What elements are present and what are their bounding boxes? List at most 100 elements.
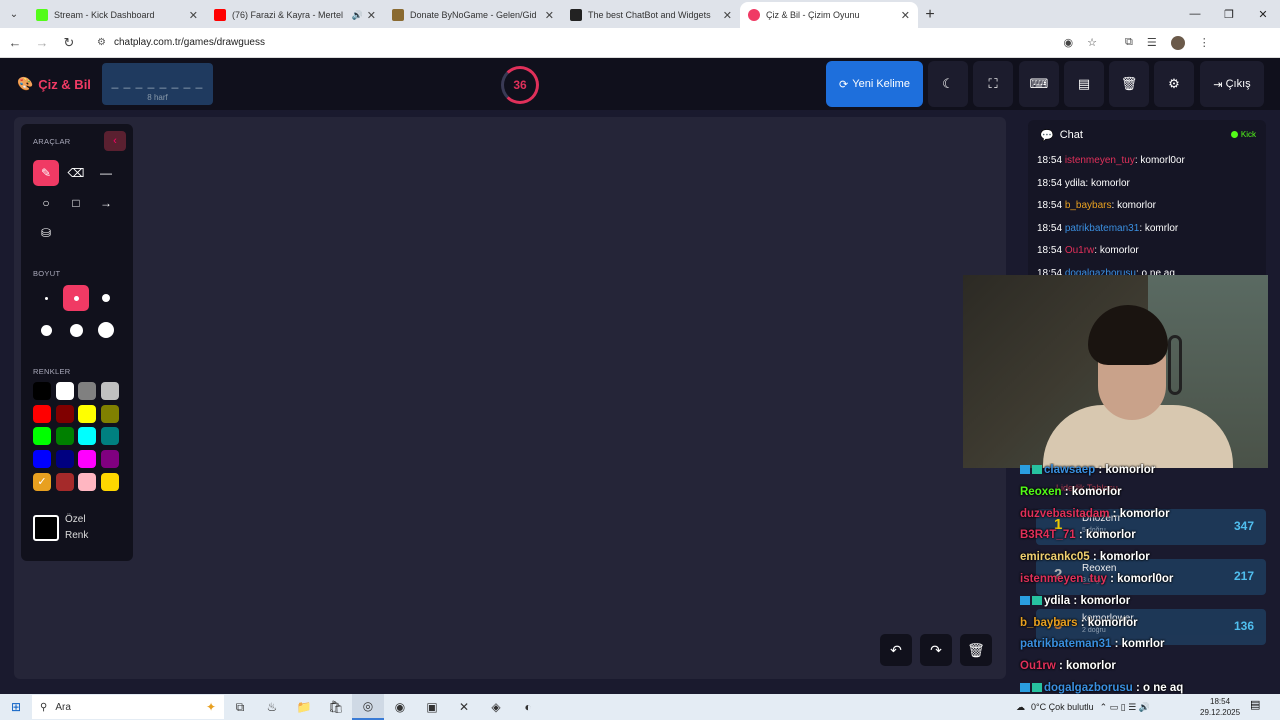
notifications-icon[interactable]: ▤ bbox=[1250, 698, 1260, 711]
close-window-icon[interactable]: ✕ bbox=[1246, 0, 1280, 28]
color-swatch[interactable] bbox=[55, 404, 74, 423]
speaker-icon[interactable]: 🔊 bbox=[352, 10, 363, 21]
brush-tool[interactable]: ✎ bbox=[33, 160, 59, 186]
tab-bynogame[interactable]: Donate ByNoGame - Gelen/Gid ✕ bbox=[384, 2, 562, 28]
extensions-icon[interactable]: ⧉ bbox=[1125, 36, 1133, 49]
color-swatch[interactable] bbox=[33, 427, 51, 446]
site-info-icon[interactable]: ⚙ bbox=[97, 37, 106, 48]
message-user[interactable]: Ou1rw bbox=[1065, 245, 1094, 256]
new-tab-button[interactable]: + bbox=[918, 2, 942, 28]
color-swatch[interactable] bbox=[100, 450, 119, 469]
app-icon[interactable]: ◈ bbox=[480, 694, 512, 720]
chat-message-list[interactable]: 18:54 istenmeyen_tuy: komorl0or 18:54 ydi… bbox=[1028, 150, 1266, 280]
size-2[interactable] bbox=[63, 285, 89, 311]
arrow-tool[interactable]: → bbox=[93, 190, 119, 216]
message-user[interactable]: istenmeyen_tuy bbox=[1065, 155, 1135, 166]
forward-icon[interactable]: → bbox=[30, 31, 54, 55]
undo-button[interactable]: ↶ bbox=[880, 634, 912, 666]
bookmark-star-icon[interactable]: ☆ bbox=[1087, 36, 1097, 49]
overlay-text: : o ne aq bbox=[1132, 682, 1184, 694]
taskbar-clock[interactable]: 18:54 29.12.2025 bbox=[1200, 696, 1240, 718]
eraser-tool[interactable]: ⌫ bbox=[63, 160, 89, 186]
size-1[interactable] bbox=[33, 285, 59, 311]
color-swatch[interactable] bbox=[55, 450, 74, 469]
fullscreen-button[interactable]: ⛶ bbox=[973, 61, 1013, 107]
circle-tool[interactable]: ○ bbox=[33, 190, 59, 216]
fill-tool[interactable]: ⛁ bbox=[33, 220, 59, 246]
taskbar-search[interactable]: ⚲ Ara ✦ bbox=[32, 695, 224, 719]
size-5[interactable] bbox=[63, 317, 89, 343]
archive-button[interactable]: ▤ bbox=[1064, 61, 1104, 107]
tab-kick-dashboard[interactable]: Stream - Kick Dashboard ✕ bbox=[28, 2, 206, 28]
color-swatch[interactable] bbox=[78, 472, 96, 491]
restore-icon[interactable]: ❐ bbox=[1212, 0, 1246, 28]
rectangle-tool[interactable]: □ bbox=[63, 190, 89, 216]
size-4[interactable] bbox=[33, 317, 59, 343]
message-user[interactable]: ydila bbox=[1065, 178, 1086, 189]
tab-youtube[interactable]: (76) Farazi & Kayra - Mertel 🔊 ✕ bbox=[206, 2, 384, 28]
profile-avatar[interactable] bbox=[1170, 35, 1185, 50]
windows-start-icon[interactable]: ⊞ bbox=[0, 694, 32, 720]
exit-button[interactable]: ⇥ Çıkış bbox=[1200, 61, 1264, 107]
dark-mode-button[interactable]: ☾ bbox=[928, 61, 968, 107]
chrome-icon[interactable]: ◎ bbox=[352, 694, 384, 720]
color-swatch[interactable]: ✓ bbox=[33, 472, 51, 491]
color-swatch[interactable] bbox=[33, 450, 51, 469]
message-user[interactable]: b_baybars bbox=[1065, 200, 1112, 211]
tab-chatbot[interactable]: The best ChatBot and Widgets ✕ bbox=[562, 2, 740, 28]
clear-button[interactable]: 🗑 bbox=[1109, 61, 1149, 107]
color-swatch[interactable] bbox=[100, 382, 119, 400]
reading-list-icon[interactable]: ☰ bbox=[1147, 36, 1157, 49]
color-swatch[interactable] bbox=[78, 382, 96, 400]
message-user[interactable]: patrikbateman31 bbox=[1065, 223, 1140, 234]
close-tab-icon[interactable]: ✕ bbox=[901, 9, 910, 22]
color-swatch[interactable] bbox=[55, 472, 74, 491]
color-swatch[interactable] bbox=[100, 472, 119, 491]
tray-icons[interactable]: ⌃ ▭ ▯ ☰ 🔊 bbox=[1100, 702, 1150, 713]
tab-search-icon[interactable]: ⌄ bbox=[0, 0, 28, 28]
close-tab-icon[interactable]: ✕ bbox=[723, 9, 732, 22]
size-3[interactable] bbox=[93, 285, 119, 311]
task-view-icon[interactable]: ⧉ bbox=[224, 694, 256, 720]
line-tool[interactable]: — bbox=[93, 160, 119, 186]
steam-icon[interactable]: ♨ bbox=[256, 694, 288, 720]
discord-icon[interactable]: ◐ bbox=[512, 694, 544, 720]
color-swatch[interactable] bbox=[33, 404, 51, 423]
url-field[interactable]: ⚙ chatplay.com.tr/games/drawguess ◉ ☆ bbox=[87, 30, 1107, 55]
close-tab-icon[interactable]: ✕ bbox=[545, 9, 554, 22]
eye-off-icon[interactable]: ◉ bbox=[1064, 36, 1074, 49]
color-swatch[interactable] bbox=[100, 427, 119, 446]
obs-icon[interactable]: ◉ bbox=[384, 694, 416, 720]
tab-ciz-bil[interactable]: Çiz & Bil - Çizim Oyunu ✕ bbox=[740, 2, 918, 28]
close-tab-icon[interactable]: ✕ bbox=[367, 9, 376, 22]
reload-icon[interactable]: ↻ bbox=[57, 31, 81, 55]
windows-taskbar: ⊞ ⚲ Ara ✦ ⧉ ♨ 📁 🛍 ◎ ◉ ▣ ✕ ◈ ◐ ☁ 0°C Çok … bbox=[0, 694, 1280, 720]
color-swatch[interactable] bbox=[78, 404, 96, 423]
color-swatch[interactable] bbox=[78, 450, 96, 469]
collapse-panel-button[interactable]: ‹ bbox=[104, 131, 126, 151]
clear-canvas-button[interactable]: 🗑 bbox=[960, 634, 992, 666]
custom-color-button[interactable]: Özel Renk bbox=[33, 507, 121, 549]
drawing-canvas[interactable] bbox=[14, 117, 1006, 679]
redo-button[interactable]: ↷ bbox=[920, 634, 952, 666]
weather-text[interactable]: 0°C Çok bulutlu bbox=[1031, 702, 1094, 712]
close-tab-icon[interactable]: ✕ bbox=[189, 9, 198, 22]
size-6[interactable] bbox=[93, 317, 119, 343]
epic-games-icon[interactable]: ▣ bbox=[416, 694, 448, 720]
color-swatch[interactable] bbox=[78, 427, 96, 446]
color-swatch[interactable] bbox=[100, 404, 119, 423]
color-swatch[interactable] bbox=[55, 427, 74, 446]
file-explorer-icon[interactable]: 📁 bbox=[288, 694, 320, 720]
app-logo[interactable]: 🎨 Çiz & Bil bbox=[17, 76, 91, 92]
color-swatch[interactable] bbox=[33, 382, 51, 400]
menu-icon[interactable]: ⋮ bbox=[1199, 36, 1210, 49]
minimize-icon[interactable]: — bbox=[1178, 0, 1212, 28]
new-word-button[interactable]: ⟳ Yeni Kelime bbox=[826, 61, 923, 107]
keyboard-button[interactable]: ⌨ bbox=[1019, 61, 1059, 107]
store-icon[interactable]: 🛍 bbox=[320, 694, 352, 720]
settings-button[interactable]: ⚙ bbox=[1154, 61, 1194, 107]
color-swatch[interactable] bbox=[55, 382, 74, 400]
overlay-text: : komorlor bbox=[1061, 485, 1122, 498]
xbox-icon[interactable]: ✕ bbox=[448, 694, 480, 720]
back-icon[interactable]: ← bbox=[3, 31, 27, 55]
